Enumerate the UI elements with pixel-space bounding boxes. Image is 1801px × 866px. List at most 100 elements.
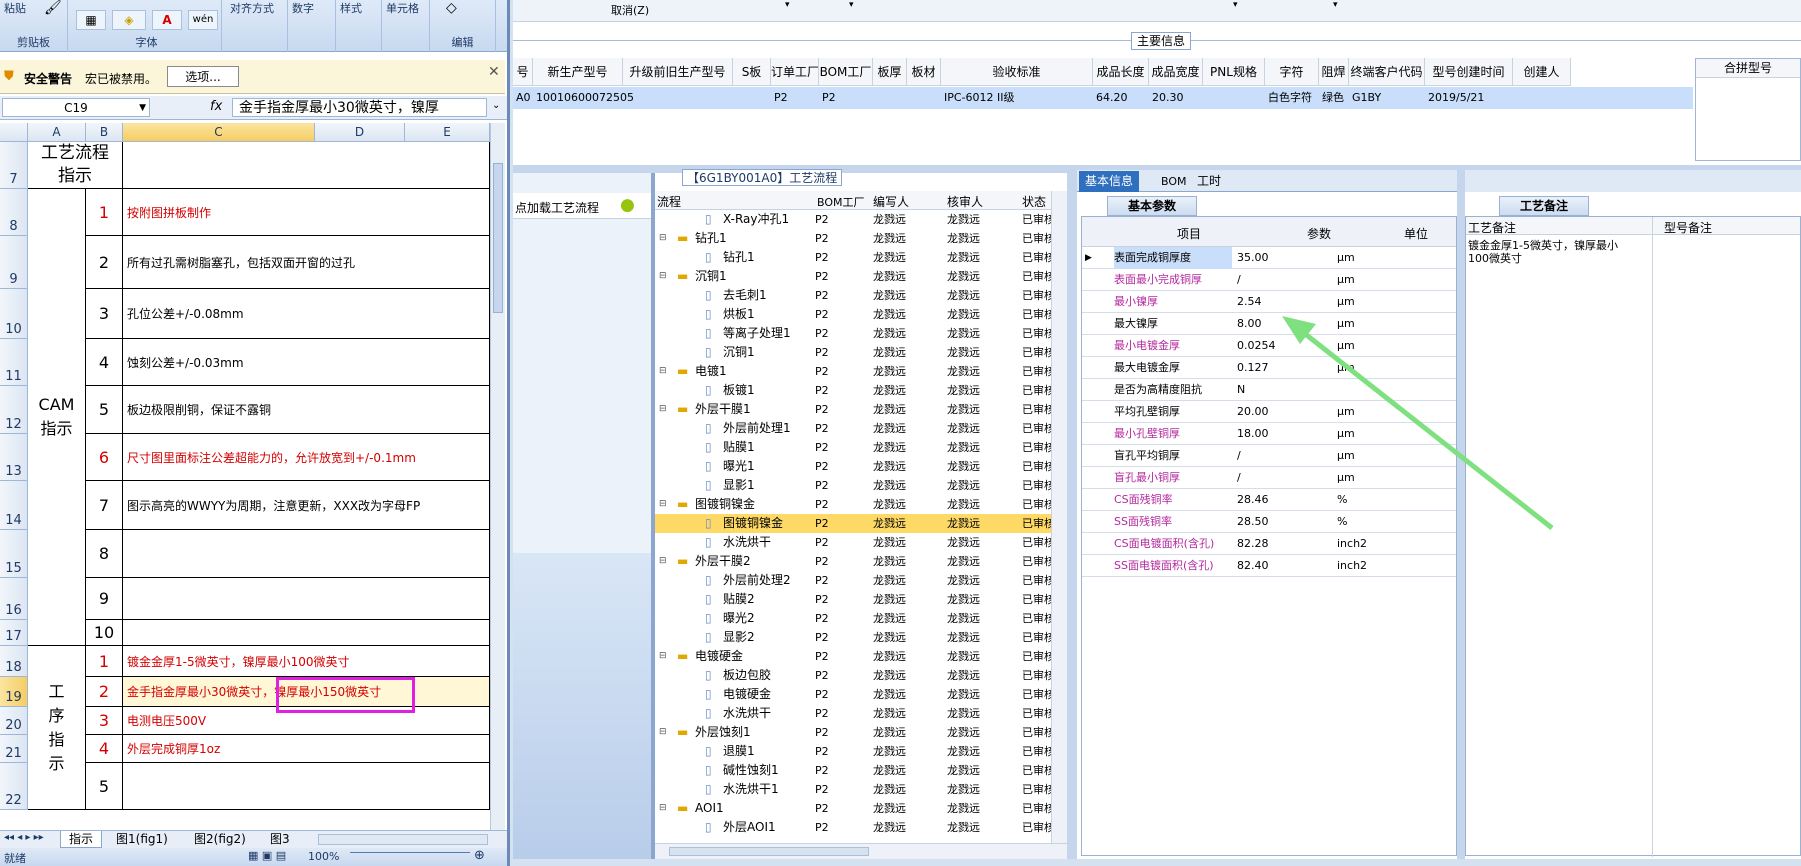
tree-row[interactable]: ▯ 电镀硬金 P2 龙戮远 龙戮远 已审核 bbox=[655, 685, 1051, 704]
chevron-down-icon[interactable]: ▾ bbox=[1333, 0, 1338, 10]
param-value[interactable]: / bbox=[1237, 269, 1337, 291]
row-header[interactable]: 15 bbox=[0, 530, 28, 578]
grid-cell[interactable]: 10010600072505 bbox=[536, 87, 634, 109]
tree-row[interactable]: ▯ 贴膜2 P2 龙戮远 龙戮远 已审核 bbox=[655, 590, 1051, 609]
tree-row[interactable]: ▬ ⊟ AOI1 P2 龙戮远 龙戮远 已审核 bbox=[655, 799, 1051, 818]
grid-column-header[interactable]: 字符 bbox=[1265, 58, 1319, 86]
tree-row[interactable]: ▯ 退膜1 P2 龙戮远 龙戮远 已审核 bbox=[655, 742, 1051, 761]
grid-cell[interactable]: 绿色 bbox=[1322, 87, 1349, 109]
view-buttons-icon[interactable]: ▦ ▣ ▤ bbox=[248, 849, 286, 862]
tree-row[interactable]: ▯ 等离子处理1 P2 龙戮远 龙戮远 已审核 bbox=[655, 324, 1051, 343]
row-header[interactable]: 17 bbox=[0, 620, 28, 646]
expand-formula-icon[interactable]: ⌄ bbox=[492, 100, 500, 111]
grid-cell[interactable]: 64.20 bbox=[1096, 87, 1149, 109]
tree-row[interactable]: ▯ X-Ray冲孔1 P2 龙戮远 龙戮远 已审核 bbox=[655, 210, 1051, 229]
process-label-cell[interactable]: 工序指示 bbox=[28, 646, 86, 810]
tree-col-bom[interactable]: BOM工厂 bbox=[817, 194, 865, 210]
tree-row[interactable]: ▯ 去毛刺1 P2 龙戮远 龙戮远 已审核 bbox=[655, 286, 1051, 305]
tree-row[interactable]: ▬ ⊟ 电镀1 P2 龙戮远 龙戮远 已审核 bbox=[655, 362, 1051, 381]
grid-cell[interactable]: A0 bbox=[516, 87, 533, 109]
collapse-icon[interactable]: ⊟ bbox=[659, 647, 667, 666]
column-header-b[interactable]: B bbox=[86, 123, 123, 142]
border-button[interactable]: ▦ bbox=[76, 10, 106, 30]
merge-model-box[interactable]: 合拼型号 bbox=[1695, 58, 1801, 161]
tree-row[interactable]: ▬ ⊟ 外层蚀刻1 P2 龙戮远 龙戮远 已审核 bbox=[655, 723, 1051, 742]
tree-row[interactable]: ▯ 外层前处理2 P2 龙戮远 龙戮远 已审核 bbox=[655, 571, 1051, 590]
comment-icon[interactable]: ● bbox=[620, 195, 635, 215]
grid-column-header[interactable]: 阻焊 bbox=[1319, 58, 1349, 86]
tree-row[interactable]: ▯ 显影2 P2 龙戮远 龙戮远 已审核 bbox=[655, 628, 1051, 647]
style-group[interactable]: 样式 bbox=[336, 0, 382, 52]
select-all-corner[interactable] bbox=[0, 123, 28, 142]
param-value[interactable]: 35.00 bbox=[1237, 247, 1337, 269]
row-header[interactable]: 18 bbox=[0, 646, 28, 677]
grid-cell[interactable] bbox=[876, 87, 907, 109]
tree-row[interactable]: ▯ 贴膜1 P2 龙戮远 龙戮远 已审核 bbox=[655, 438, 1051, 457]
collapse-icon[interactable]: ⊟ bbox=[659, 552, 667, 571]
tree-row[interactable]: ▬ ⊟ 电镀硬金 P2 龙戮远 龙戮远 已审核 bbox=[655, 647, 1051, 666]
step-number-cell[interactable]: 1 bbox=[86, 189, 123, 236]
tree-row[interactable]: ▬ ⊟ 沉铜1 P2 龙戮远 龙戮远 已审核 bbox=[655, 267, 1051, 286]
grid-column-header[interactable]: 成品长度 bbox=[1093, 58, 1149, 86]
vertical-scrollbar[interactable] bbox=[490, 123, 505, 833]
grid-column-header[interactable]: 成品宽度 bbox=[1149, 58, 1203, 86]
sheet-tab-4[interactable]: 图3 bbox=[266, 831, 294, 848]
step-number-cell[interactable]: 6 bbox=[86, 434, 123, 481]
instruction-cell[interactable]: 孔位公差+/-0.08mm bbox=[123, 289, 490, 339]
phonetic-button[interactable]: wén bbox=[188, 10, 218, 30]
step-number-cell[interactable]: 7 bbox=[86, 481, 123, 530]
collapse-icon[interactable]: ⊟ bbox=[659, 495, 667, 514]
grid-column-header[interactable]: 终端客户代码 bbox=[1349, 58, 1425, 86]
instruction-cell[interactable] bbox=[123, 620, 490, 646]
tree-col-status[interactable]: 状态 bbox=[1022, 193, 1046, 210]
step-number-cell[interactable]: 5 bbox=[86, 386, 123, 434]
grid-cell[interactable]: 2019/5/21 bbox=[1428, 87, 1513, 109]
tree-row[interactable]: ▯ 曝光2 P2 龙戮远 龙戮远 已审核 bbox=[655, 609, 1051, 628]
options-button[interactable]: 选项... bbox=[167, 66, 239, 87]
grid-cell[interactable]: 白色字符 bbox=[1268, 87, 1319, 109]
row-header[interactable]: 9 bbox=[0, 236, 28, 289]
grid-column-header[interactable]: 板材 bbox=[907, 58, 941, 86]
grid-column-header[interactable]: PNL规格 bbox=[1203, 58, 1265, 86]
grid-column-header[interactable]: 创建人 bbox=[1513, 58, 1571, 86]
row-header[interactable]: 21 bbox=[0, 735, 28, 763]
param-row[interactable]: 表面最小完成铜厚 / μm bbox=[1082, 269, 1456, 291]
tree-row[interactable]: ▯ 钻孔1 P2 龙戮远 龙戮远 已审核 bbox=[655, 248, 1051, 267]
process-remark-text[interactable]: 镀金金厚1-5微英寸，镍厚最小100微英寸 bbox=[1468, 239, 1638, 265]
grid-column-header[interactable]: 订单工厂 bbox=[771, 58, 819, 86]
param-col-unit[interactable]: 单位 bbox=[1404, 225, 1428, 242]
grid-cell[interactable] bbox=[1206, 87, 1265, 109]
tree-row[interactable]: ▯ 沉铜1 P2 龙戮远 龙戮远 已审核 bbox=[655, 343, 1051, 362]
instruction-cell[interactable]: 板边极限削铜，保证不露铜 bbox=[123, 386, 490, 434]
row-header[interactable]: 22 bbox=[0, 763, 28, 810]
grid-cell[interactable]: IPC-6012 II级 bbox=[944, 87, 1093, 109]
process-header-cell[interactable]: 工艺流程指示 bbox=[28, 142, 123, 189]
collapse-icon[interactable]: ⊟ bbox=[659, 229, 667, 248]
tree-col-writer[interactable]: 编写人 bbox=[873, 193, 909, 210]
chevron-down-icon[interactable]: ▾ bbox=[1233, 0, 1238, 10]
tree-row[interactable]: ▯ 显影1 P2 龙戮远 龙戮远 已审核 bbox=[655, 476, 1051, 495]
fill-color-button[interactable]: ◈ bbox=[112, 10, 146, 30]
collapse-icon[interactable]: ⊟ bbox=[659, 362, 667, 381]
tree-row[interactable]: ▯ 板镀1 P2 龙戮远 龙戮远 已审核 bbox=[655, 381, 1051, 400]
grid-column-header[interactable]: 型号创建时间 bbox=[1425, 58, 1513, 86]
grid-column-header[interactable]: BOM工厂 bbox=[819, 58, 873, 86]
grid-cell[interactable]: 20.30 bbox=[1152, 87, 1203, 109]
instruction-cell[interactable]: 外层完成铜厚1oz bbox=[123, 735, 490, 763]
tree-row[interactable]: ▯ 水洗烘干 P2 龙戮远 龙戮远 已审核 bbox=[655, 704, 1051, 723]
step-number-cell[interactable]: 5 bbox=[86, 763, 123, 810]
row-header[interactable]: 7 bbox=[0, 142, 28, 189]
clear-icon[interactable]: ◇ bbox=[446, 0, 457, 16]
step-number-cell[interactable]: 4 bbox=[86, 735, 123, 763]
grid-column-header[interactable]: 号 bbox=[513, 58, 533, 86]
row-header[interactable]: 19 bbox=[0, 677, 28, 707]
instruction-cell[interactable]: 图示高亮的WWYY为周期，注意更新，XXX改为字母FP bbox=[123, 481, 490, 530]
tree-hscroll-thumb[interactable] bbox=[669, 847, 869, 856]
tree-row[interactable]: ▬ ⊟ 图镀铜镍金 P2 龙戮远 龙戮远 已审核 bbox=[655, 495, 1051, 514]
instruction-cell[interactable]: 蚀刻公差+/-0.03mm bbox=[123, 339, 490, 386]
row-header[interactable]: 11 bbox=[0, 339, 28, 386]
sheet-nav-icon[interactable]: ◂◂ ◂ ▸ ▸▸ bbox=[4, 832, 44, 843]
formula-input[interactable]: 金手指金厚最小30微英寸，镍厚 bbox=[232, 98, 487, 117]
fx-icon[interactable]: fx bbox=[210, 99, 222, 114]
column-header-a[interactable]: A bbox=[28, 123, 86, 142]
